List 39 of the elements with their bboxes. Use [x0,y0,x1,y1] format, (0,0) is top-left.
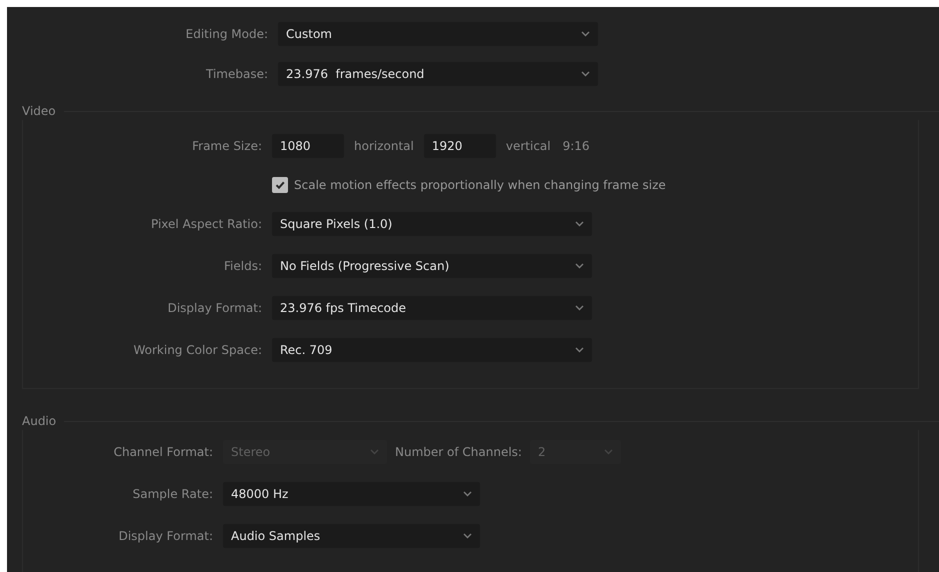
chevron-icon [463,533,472,539]
dropdown[interactable]: Rec. 709 [272,338,592,362]
field-label: Number of Channels: [394,445,523,459]
section-title: Audio [22,414,58,428]
checkbox[interactable] [272,177,288,193]
dropdown[interactable]: Custom [278,22,598,46]
unit-label: vertical [504,139,552,153]
section-title: Video [22,104,57,118]
unit-label: horizontal [353,139,415,153]
field-label: Fields: [223,259,263,273]
field-label: Sample Rate: [132,487,214,501]
field-label: Channel Format: [112,445,214,459]
field-label: Display Format: [118,529,214,543]
field-label: Editing Mode: [184,27,269,41]
chevron-icon [463,491,472,497]
chevron-icon [581,71,590,77]
aspect-ratio: 9:16 [562,139,590,153]
checkbox-label: Scale motion effects proportionally when changing frame size [293,178,666,192]
dropdown[interactable]: Square Pixels (1.0) [272,212,592,236]
dropdown[interactable]: Audio Samples [223,524,480,548]
chevron-icon [604,449,613,455]
chevron-icon [370,449,379,455]
chevron-icon [575,221,584,227]
dropdown[interactable]: 48000 Hz [223,482,480,506]
dropdown[interactable]: 23.976 fps Timecode [272,296,592,320]
field-label: Frame Size: [191,139,263,153]
field-label: Pixel Aspect Ratio: [150,217,263,231]
checkmark-icon [274,179,286,191]
dropdown[interactable]: No Fields (Progressive Scan) [272,254,592,278]
chevron-icon [581,31,590,37]
chevron-icon [575,305,584,311]
number-field[interactable]: 1920 [424,134,496,158]
dropdown[interactable]: 23.976 frames/second [278,62,598,86]
field-label: Working Color Space: [132,343,263,357]
number-field[interactable]: 1080 [272,134,344,158]
field-label: Timebase: [204,67,269,81]
field-label: Display Format: [166,301,263,315]
chevron-icon [575,263,584,269]
chevron-icon [575,347,584,353]
